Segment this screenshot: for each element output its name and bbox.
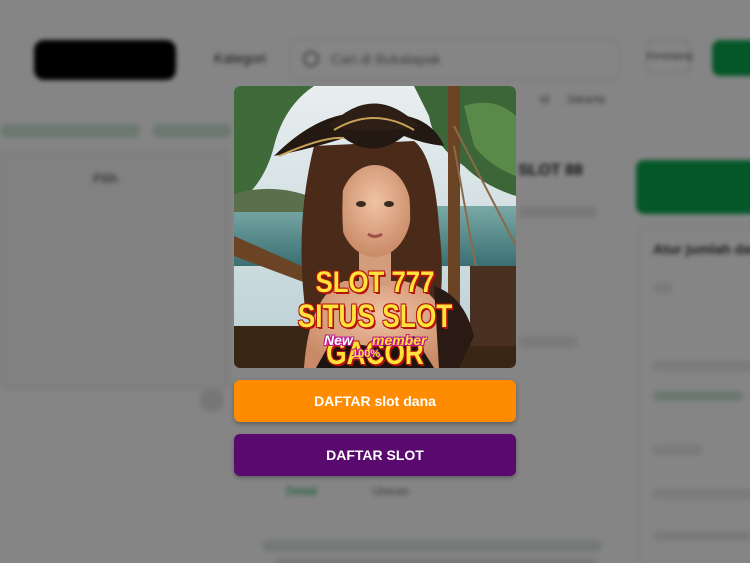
promo-banner-image: SLOT 777 SITUS SLOT GACOR New member 100… — [234, 86, 516, 368]
daftar-slot-button[interactable]: DAFTAR SLOT — [234, 434, 516, 476]
promo-badge-new: New — [324, 332, 353, 348]
promo-headline-line1: SLOT 777 — [315, 266, 435, 299]
promo-badge-member: member — [372, 332, 427, 348]
daftar-slot-dana-button[interactable]: DAFTAR slot dana — [234, 380, 516, 422]
promo-badge-percent: 100% — [352, 348, 381, 360]
